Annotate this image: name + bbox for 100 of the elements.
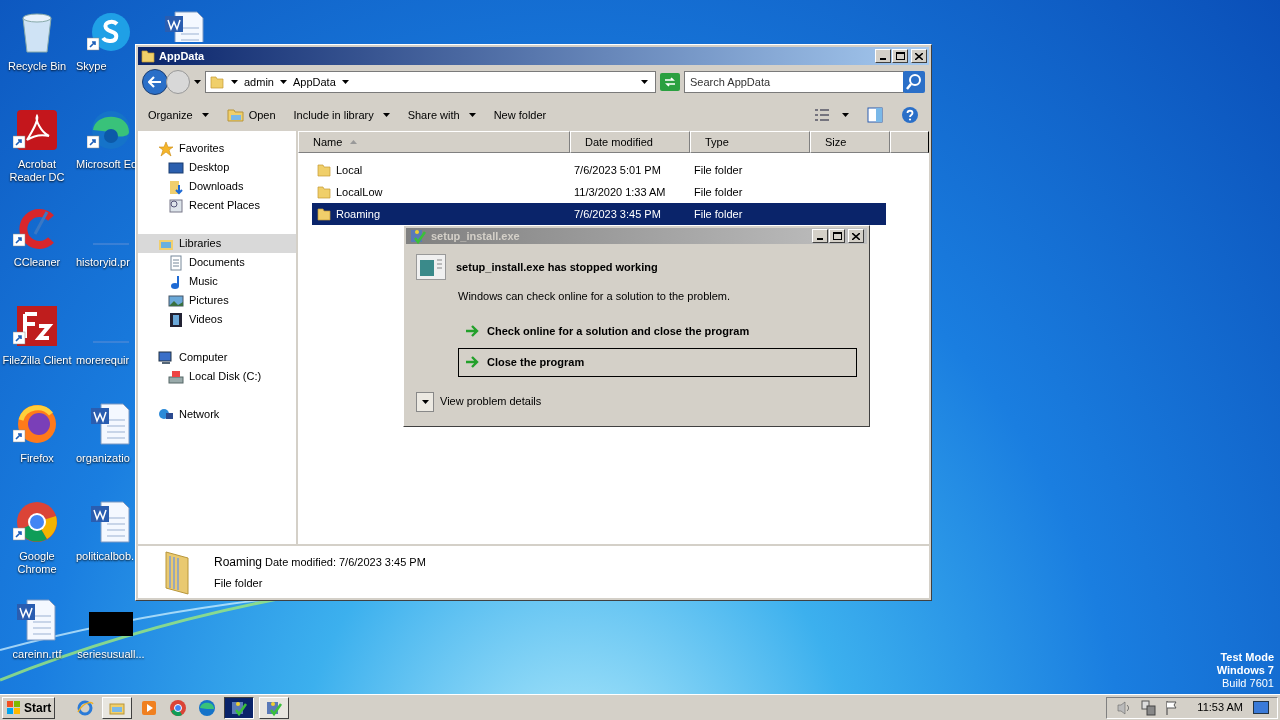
- program-window-icon: [416, 254, 446, 280]
- nav-item[interactable]: Music: [138, 272, 296, 291]
- nav-item[interactable]: Desktop: [138, 158, 296, 177]
- nav-item[interactable]: Documents: [138, 253, 296, 272]
- desktop-icon-label: seriesusuall...: [76, 648, 146, 661]
- maximize-button[interactable]: [829, 229, 845, 243]
- nav-item[interactable]: Favorites: [138, 139, 296, 158]
- breadcrumb-item[interactable]: admin: [244, 73, 274, 91]
- desktop-icon-label: Firefox: [19, 452, 55, 465]
- caret-icon: [641, 80, 648, 84]
- desktop-icon-label: CCleaner: [12, 256, 62, 269]
- file-name: Local: [336, 162, 363, 178]
- caret-icon: [231, 80, 238, 84]
- toolbar-button[interactable]: Share with: [407, 106, 476, 124]
- details-type: File folder: [214, 575, 264, 591]
- file-row[interactable]: LocalLow 11/3/2020 1:33 AM File folder: [312, 181, 886, 203]
- close-button[interactable]: [848, 229, 864, 243]
- caret-icon: [201, 113, 209, 117]
- downloads-icon: [168, 178, 184, 195]
- folder-icon: [316, 206, 332, 222]
- file-row[interactable]: Roaming 7/6/2023 3:45 PM File folder: [312, 203, 886, 225]
- desktop-icon-label: Acrobat Reader DC: [8, 158, 66, 184]
- search-field[interactable]: Search AppData: [684, 71, 904, 93]
- dialog-option[interactable]: Close the program: [458, 347, 857, 377]
- system-watermark-text: Build 7601: [1222, 677, 1274, 690]
- column-header[interactable]: Name: [298, 131, 570, 153]
- documents-icon: [168, 254, 184, 271]
- toolbar-button[interactable]: Organize: [148, 106, 209, 124]
- desktop-icon-label: organizatio: [75, 452, 130, 465]
- refresh-icon[interactable]: [660, 73, 680, 91]
- address-bar[interactable]: admin AppData: [205, 71, 656, 93]
- nav-item[interactable]: Network: [138, 405, 296, 424]
- desktop-icon-label: Skype: [75, 60, 107, 73]
- nav-item[interactable]: Downloads: [138, 177, 296, 196]
- close-button[interactable]: [911, 49, 927, 63]
- nav-item[interactable]: Videos: [138, 310, 296, 329]
- column-header[interactable]: Date modified: [570, 131, 690, 153]
- minimize-button[interactable]: [875, 49, 891, 63]
- system-watermark-text: Test Mode: [1220, 651, 1274, 664]
- caret-icon: [468, 113, 476, 117]
- arrow-right-icon: [465, 325, 479, 337]
- file-type: File folder: [694, 184, 744, 200]
- toolbar-button[interactable]: Include in library: [293, 106, 390, 124]
- maximize-button[interactable]: [892, 49, 908, 63]
- details-toggle-label[interactable]: View problem details: [440, 393, 542, 410]
- column-header[interactable]: Type: [690, 131, 810, 153]
- nav-item[interactable]: Computer: [138, 348, 296, 367]
- windows-logo-icon: [6, 699, 22, 716]
- file-name: Roaming: [336, 206, 381, 222]
- breadcrumb-item[interactable]: AppData: [292, 73, 336, 91]
- show-desktop-icon[interactable]: [1253, 700, 1269, 715]
- expand-button[interactable]: [416, 391, 434, 412]
- arrow-right-icon: [465, 356, 479, 368]
- clock: 11:53 AM: [1197, 700, 1243, 716]
- desktop-icon-label: historyid.pr: [75, 256, 130, 269]
- desktop-icon-label: politicalbob.: [75, 550, 135, 563]
- dialog-heading: setup_install.exe has stopped working: [456, 259, 658, 275]
- start-button[interactable]: Start: [2, 696, 56, 719]
- caret-icon: [421, 399, 429, 404]
- caret-icon: [341, 80, 349, 84]
- program-icon: [409, 227, 427, 245]
- sort-ascending-icon: [350, 140, 358, 144]
- preview-pane-icon[interactable]: [867, 107, 883, 123]
- nav-item[interactable]: Recent Places: [138, 196, 296, 215]
- toolbar-button[interactable]: Open: [226, 106, 276, 124]
- file-type: File folder: [694, 206, 744, 222]
- chrome-icon: [169, 698, 188, 717]
- videos-icon: [168, 311, 184, 328]
- search-icon[interactable]: [903, 71, 925, 93]
- folder-icon: [316, 162, 332, 178]
- network-icon[interactable]: [1139, 698, 1158, 717]
- nav-item[interactable]: Libraries: [138, 234, 296, 253]
- close-icon: [852, 232, 860, 240]
- pictures-icon: [168, 292, 184, 309]
- desktop-icon-label: Google Chrome: [16, 550, 58, 576]
- minimize-button[interactable]: [812, 229, 828, 243]
- nav-item[interactable]: Pictures: [138, 291, 296, 310]
- toolbar-button[interactable]: New folder: [493, 106, 547, 124]
- nav-item[interactable]: Local Disk (C:): [138, 367, 296, 386]
- play-icon: [140, 698, 159, 717]
- details-name: Roaming: [214, 553, 263, 571]
- recent-icon: [168, 197, 184, 214]
- dialog-option[interactable]: Check online for a solution and close the program: [458, 316, 857, 346]
- desktop-icon-label: FileZilla Client: [1, 354, 73, 367]
- disk-icon: [168, 368, 184, 385]
- caret-icon: [194, 80, 201, 84]
- column-header[interactable]: Size: [810, 131, 890, 153]
- desktop-icon: [168, 159, 184, 176]
- view-options-icon[interactable]: [814, 108, 830, 122]
- star-icon: [158, 140, 174, 157]
- back-button[interactable]: [142, 69, 168, 95]
- caret-icon: [382, 113, 390, 117]
- file-name: LocalLow: [336, 184, 383, 200]
- taskbar-button[interactable]: [224, 696, 255, 719]
- help-icon[interactable]: [901, 106, 919, 124]
- caret-icon: [279, 80, 287, 84]
- folder-icon: [209, 74, 225, 90]
- desktop-icon-label: morerequir: [75, 354, 130, 367]
- file-row[interactable]: Local 7/6/2023 5:01 PM File folder: [312, 159, 886, 181]
- system-watermark-text: Windows 7: [1216, 664, 1274, 677]
